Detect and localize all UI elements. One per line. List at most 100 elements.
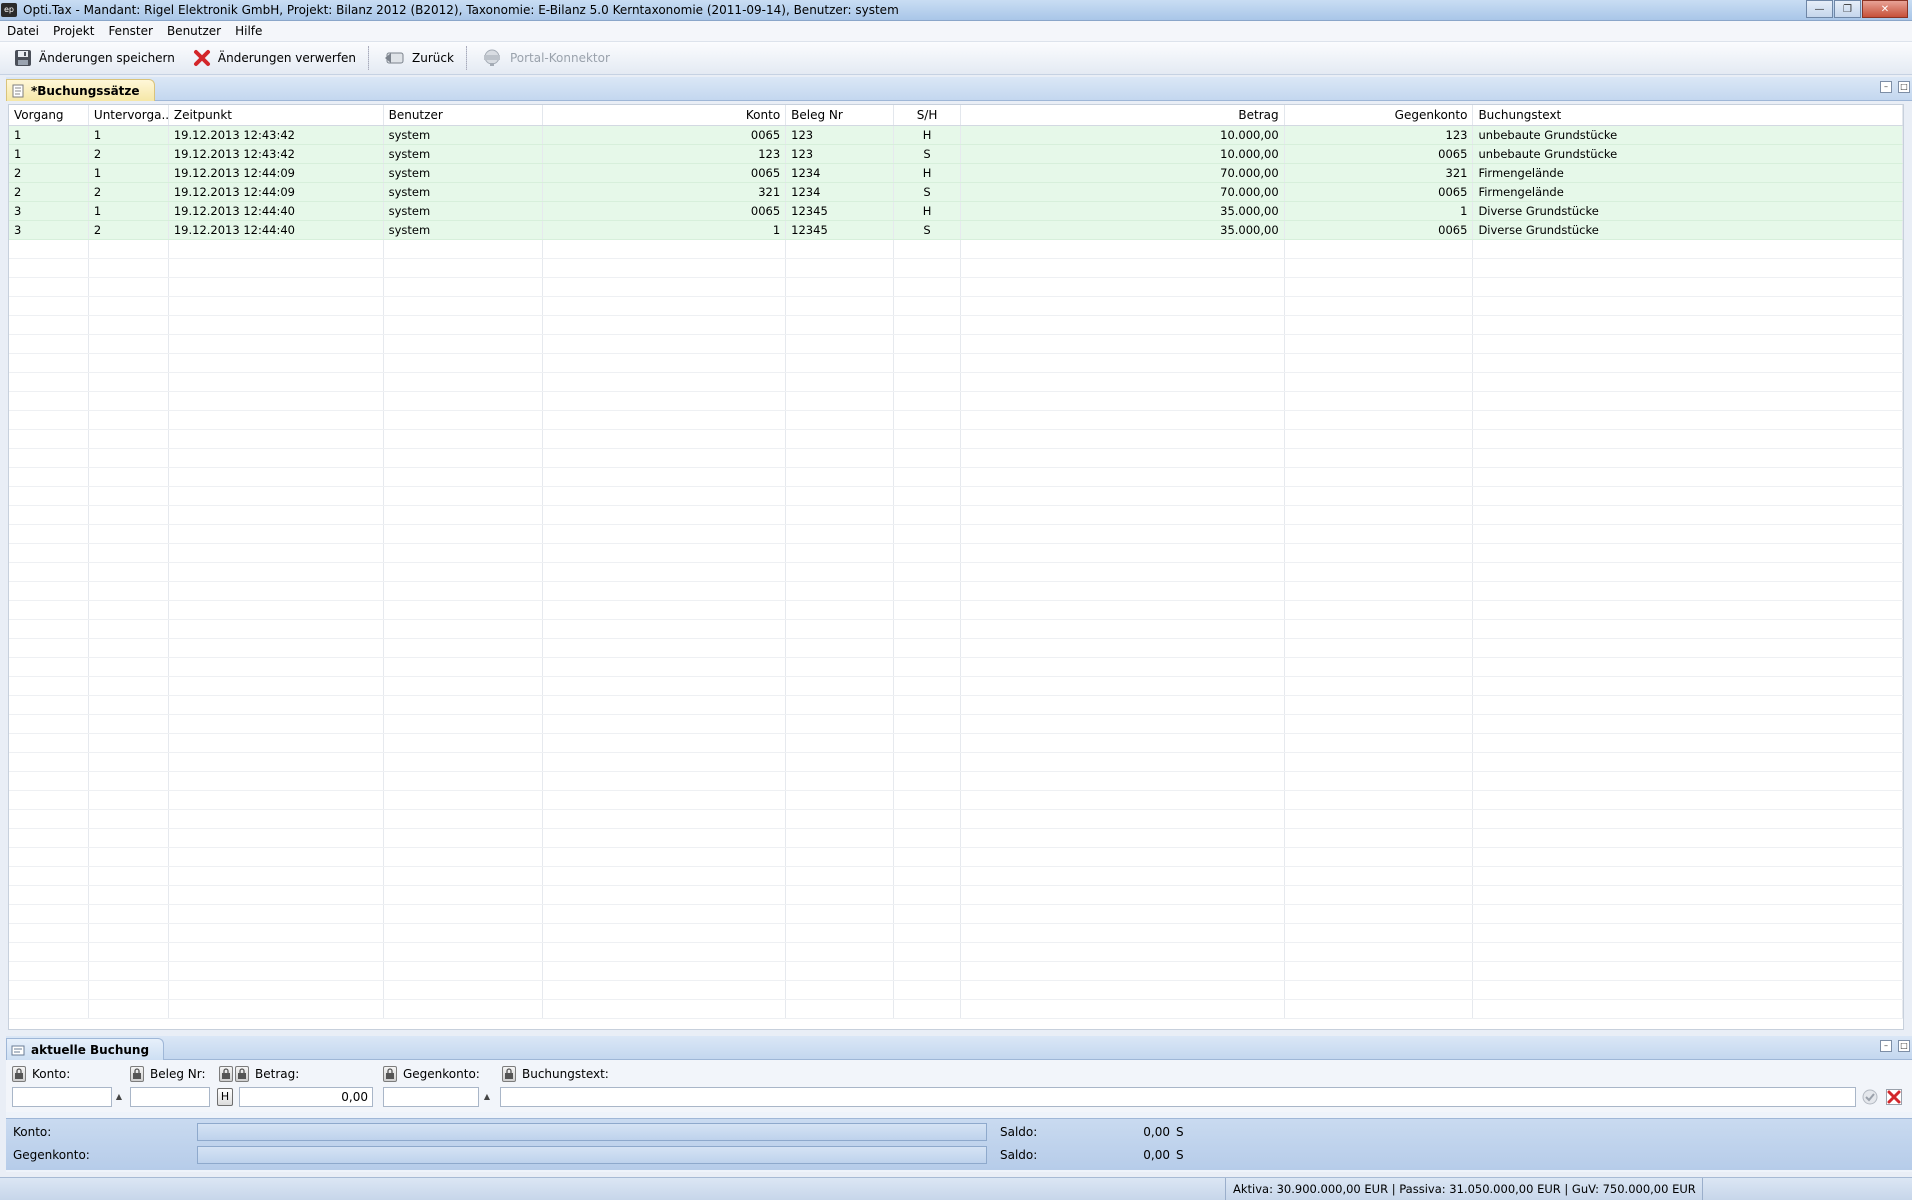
cell-betrag xyxy=(961,696,1285,714)
cell-betrag xyxy=(961,544,1285,562)
empty-table-row xyxy=(9,468,1903,487)
saldo-label: Saldo: xyxy=(1000,1125,1038,1139)
menu-fenster[interactable]: Fenster xyxy=(101,21,160,42)
beleg-input[interactable] xyxy=(130,1087,210,1107)
cell-vorgang xyxy=(9,829,89,847)
cell-zeitpunkt xyxy=(169,487,384,505)
cell-betrag: 35.000,00 xyxy=(961,202,1285,220)
table-row[interactable]: 2 1 19.12.2013 12:44:09 system 0065 1234 H 70.0… xyxy=(9,164,1903,183)
menu-hilfe[interactable]: Hilfe xyxy=(228,21,269,42)
cell-betrag xyxy=(961,563,1285,581)
tab-buchungssaetze[interactable]: *Buchungssätze xyxy=(6,79,155,101)
window-controls: — ❐ ✕ xyxy=(1805,0,1908,18)
minimize-button[interactable]: — xyxy=(1806,0,1833,18)
cell-zeitpunkt xyxy=(169,430,384,448)
cell-sh xyxy=(894,601,961,619)
cell-konto xyxy=(543,259,787,277)
konto-input[interactable] xyxy=(12,1087,112,1107)
column-header-zeitpunkt[interactable]: Zeitpunkt xyxy=(169,105,384,125)
column-header-betrag[interactable]: Betrag xyxy=(961,105,1285,125)
cell-beleg-nr xyxy=(786,943,895,961)
cell-sh: H xyxy=(894,202,961,220)
beleg-label: Beleg Nr: xyxy=(150,1067,206,1081)
table-row[interactable]: 3 1 19.12.2013 12:44:40 system 0065 12345 H 35.… xyxy=(9,202,1903,221)
discard-changes-button[interactable]: Änderungen verwerfen xyxy=(183,44,364,72)
cell-beleg-nr xyxy=(786,905,895,923)
menu-projekt[interactable]: Projekt xyxy=(46,21,101,42)
cell-untervorgang xyxy=(89,449,169,467)
cell-benutzer xyxy=(384,335,544,353)
cell-sh xyxy=(894,734,961,752)
lock-icon[interactable] xyxy=(130,1066,144,1082)
gegenkonto-input[interactable] xyxy=(383,1087,479,1107)
back-button[interactable]: Zurück xyxy=(373,44,462,72)
table-row[interactable]: 2 2 19.12.2013 12:44:09 system 321 1234 S 70.00… xyxy=(9,183,1903,202)
cell-benutzer xyxy=(384,525,544,543)
table-row[interactable]: 1 2 19.12.2013 12:43:42 system 123 123 S 10.000… xyxy=(9,145,1903,164)
maximize-pane-button[interactable]: □ xyxy=(1898,81,1910,93)
column-header-sh[interactable]: S/H xyxy=(894,105,961,125)
close-window-button[interactable]: ✕ xyxy=(1862,0,1908,18)
column-header-buchungstext[interactable]: Buchungstext xyxy=(1473,105,1903,125)
sh-toggle-button[interactable]: H xyxy=(217,1088,233,1106)
cell-gegenkonto xyxy=(1285,316,1474,334)
portal-connector-icon xyxy=(481,49,503,67)
betrag-input[interactable]: 0,00 xyxy=(239,1087,373,1107)
empty-table-row xyxy=(9,259,1903,278)
cell-zeitpunkt xyxy=(169,753,384,771)
cell-sh xyxy=(894,582,961,600)
column-header-beleg-nr[interactable]: Beleg Nr xyxy=(786,105,895,125)
table-row[interactable]: 3 2 19.12.2013 12:44:40 system 1 12345 S 35.000… xyxy=(9,221,1903,240)
empty-table-row xyxy=(9,829,1903,848)
buchungstext-input[interactable] xyxy=(500,1087,1856,1107)
save-changes-button[interactable]: Änderungen speichern xyxy=(4,44,183,72)
cell-benutzer: system xyxy=(384,126,544,144)
cell-vorgang xyxy=(9,810,89,828)
cancel-booking-button[interactable] xyxy=(1885,1088,1903,1106)
konto-dropdown-arrow-icon[interactable]: ▲ xyxy=(112,1087,126,1107)
minimize-pane-button[interactable]: – xyxy=(1880,81,1892,93)
gegenkonto-dropdown-arrow-icon[interactable]: ▲ xyxy=(480,1087,494,1107)
table-row[interactable]: 1 1 19.12.2013 12:43:42 system 0065 123 H 10.00… xyxy=(9,126,1903,145)
column-header-untervorgang[interactable]: Untervorga... xyxy=(89,105,169,125)
tab-aktuelle-buchung[interactable]: aktuelle Buchung xyxy=(6,1038,165,1060)
cell-zeitpunkt xyxy=(169,658,384,676)
toolbar-separator xyxy=(368,46,370,70)
cell-beleg-nr xyxy=(786,962,895,980)
cell-zeitpunkt xyxy=(169,772,384,790)
empty-table-row xyxy=(9,810,1903,829)
column-header-gegenkonto[interactable]: Gegenkonto xyxy=(1285,105,1474,125)
checkmark-icon xyxy=(1862,1089,1878,1105)
confirm-booking-button[interactable] xyxy=(1861,1088,1879,1106)
cell-sh: S xyxy=(894,183,961,201)
saldo-area: Konto: Saldo: 0,00 S Gegenkonto: Saldo: … xyxy=(6,1118,1912,1170)
cell-zeitpunkt xyxy=(169,848,384,866)
cell-buchungstext xyxy=(1473,1000,1903,1018)
maximize-pane-button[interactable]: □ xyxy=(1898,1040,1910,1052)
cell-betrag xyxy=(961,753,1285,771)
cell-vorgang xyxy=(9,354,89,372)
cell-untervorgang xyxy=(89,601,169,619)
menu-benutzer[interactable]: Benutzer xyxy=(160,21,228,42)
bookings-pane: *Buchungssätze – □ xyxy=(6,77,1912,101)
column-header-konto[interactable]: Konto xyxy=(543,105,787,125)
lock-icon[interactable] xyxy=(383,1066,397,1082)
cell-gegenkonto xyxy=(1285,506,1474,524)
gegenkonto-saldo-label: Gegenkonto: xyxy=(13,1148,90,1162)
cell-buchungstext xyxy=(1473,297,1903,315)
minimize-pane-button[interactable]: – xyxy=(1880,1040,1892,1052)
lock-icon[interactable] xyxy=(12,1066,26,1082)
column-header-vorgang[interactable]: Vorgang xyxy=(9,105,89,125)
lock-icon[interactable] xyxy=(502,1066,516,1082)
column-header-benutzer[interactable]: Benutzer xyxy=(384,105,544,125)
cell-beleg-nr: 1234 xyxy=(786,164,895,182)
portal-connector-button[interactable]: Portal-Konnektor xyxy=(471,44,618,72)
cell-vorgang xyxy=(9,449,89,467)
document-icon xyxy=(11,84,25,98)
restore-button[interactable]: ❐ xyxy=(1834,0,1861,18)
cell-gegenkonto: 321 xyxy=(1285,164,1474,182)
cell-betrag xyxy=(961,905,1285,923)
menu-datei[interactable]: Datei xyxy=(0,21,46,42)
lock-icon[interactable] xyxy=(235,1066,249,1082)
lock-icon[interactable] xyxy=(219,1066,233,1082)
